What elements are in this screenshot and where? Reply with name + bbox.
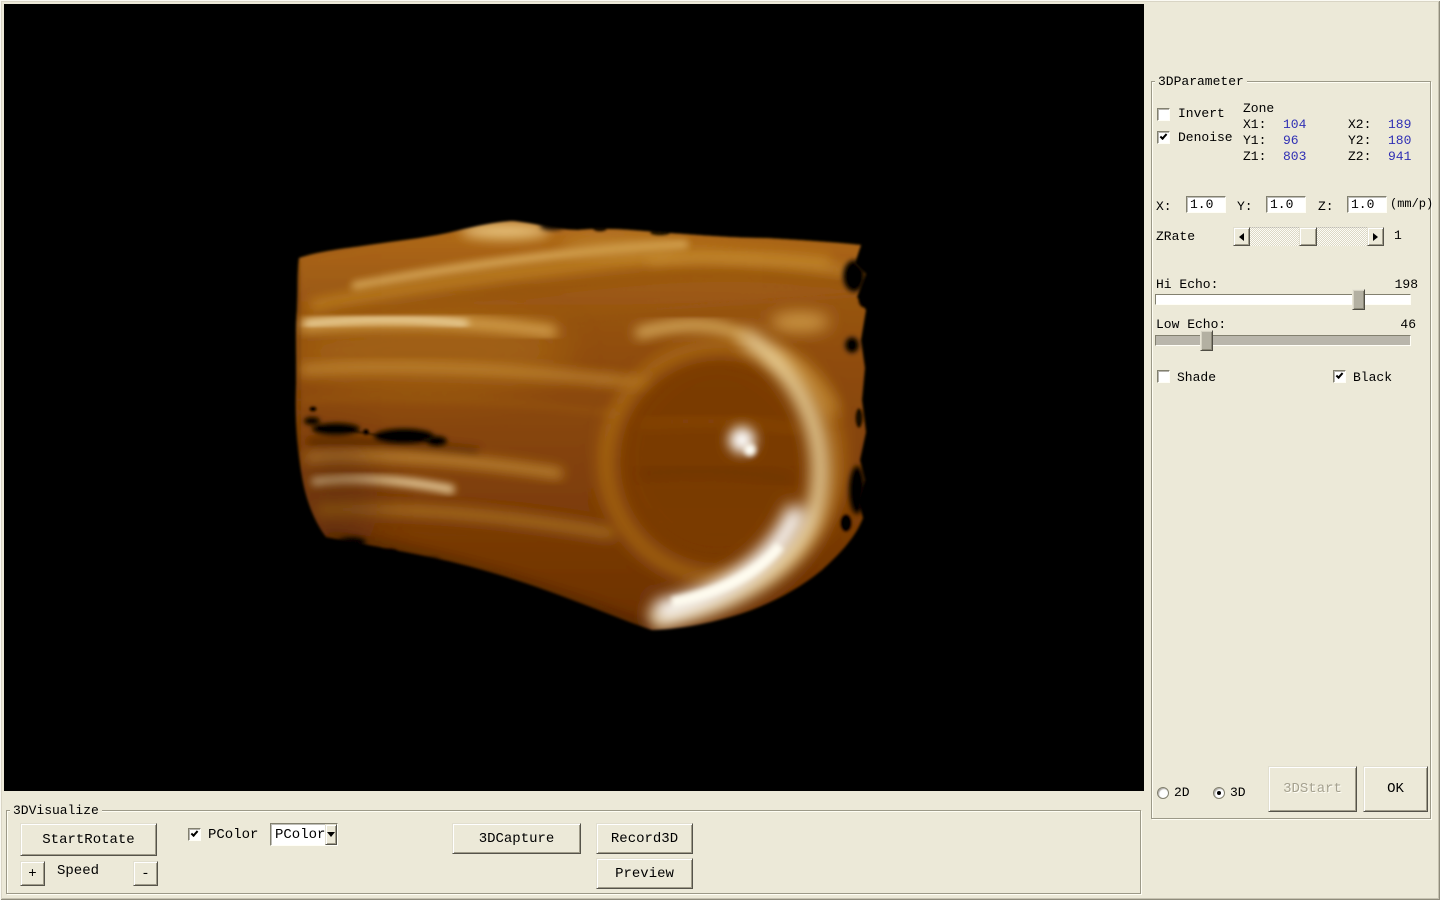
low-echo-slider-track[interactable] [1155,335,1411,346]
black-label: Black [1353,371,1392,385]
record3d-button[interactable]: Record3D [596,823,693,854]
zrate-scroll-left-button[interactable] [1233,227,1250,246]
zone-z1-value: 803 [1283,150,1306,164]
zone-y2-label: Y2: [1348,134,1371,148]
invert-label: Invert [1178,107,1225,121]
app-window: 3DParameter Invert Denoise Zone X1: 104 … [0,0,1440,900]
shade-checkbox[interactable] [1157,370,1170,383]
radio-dot-icon [1217,791,1221,795]
zrate-scroll-right-button[interactable] [1367,227,1384,246]
pcolor-dropdown[interactable]: PColor [270,823,338,846]
pcolor-label: PColor [208,828,258,842]
arrow-right-icon [1373,233,1378,241]
volume-group [290,220,870,630]
low-echo-slider-thumb[interactable] [1200,330,1213,351]
zrate-scroll-track[interactable] [1250,227,1367,246]
pcolor-dropdown-value: PColor [271,827,325,843]
shade-label: Shade [1177,371,1216,385]
zrate-label: ZRate [1156,230,1195,244]
zone-title: Zone [1243,102,1274,116]
chevron-down-icon [327,832,335,837]
render-viewport[interactable] [4,4,1144,791]
volume-render-3d [4,4,1144,791]
start-rotate-button[interactable]: StartRotate [20,823,157,856]
mode-3d-radio[interactable] [1213,787,1225,799]
zone-y2-value: 180 [1388,134,1411,148]
pcolor-dropdown-button[interactable] [325,824,337,845]
zrate-value: 1 [1394,229,1402,243]
black-checkbox[interactable] [1333,370,1346,383]
zone-z2-value: 941 [1388,150,1411,164]
check-icon [1160,132,1168,140]
zrate-scrollbar[interactable] [1233,227,1384,246]
denoise-label: Denoise [1178,131,1233,145]
zone-z2-label: Z2: [1348,150,1371,164]
hi-echo-slider-thumb[interactable] [1352,289,1365,310]
start3d-button[interactable]: 3DStart [1268,766,1357,812]
speed-minus-button[interactable]: - [133,861,158,886]
parameter-groupbox-title: 3DParameter [1155,74,1247,89]
parameter-groupbox [1151,81,1431,819]
speed-label: Speed [57,864,99,878]
x-scale-field[interactable] [1186,196,1226,213]
pcolor-checkbox[interactable] [188,828,201,841]
visualize-groupbox-title: 3DVisualize [10,803,102,818]
zone-z1-label: Z1: [1243,150,1266,164]
scale-unit-label: (mm/p) [1390,197,1433,211]
hi-echo-slider[interactable] [1155,289,1411,310]
low-echo-slider[interactable] [1155,330,1411,351]
preview-button[interactable]: Preview [596,858,693,889]
zrate-scroll-thumb[interactable] [1299,227,1317,246]
z-scale-label: Z: [1318,200,1334,214]
capture3d-button[interactable]: 3DCapture [452,823,581,854]
zone-x2-label: X2: [1348,118,1371,132]
speed-plus-button[interactable]: + [20,861,45,886]
hi-echo-slider-track[interactable] [1155,294,1411,305]
y-scale-field[interactable] [1266,196,1306,213]
z-scale-field[interactable] [1347,196,1387,213]
zone-x2-value: 189 [1388,118,1411,132]
mode-3d-label: 3D [1230,786,1246,800]
zone-x1-value: 104 [1283,118,1306,132]
arrow-left-icon [1239,233,1244,241]
check-icon [191,829,199,837]
zone-y1-value: 96 [1283,134,1299,148]
check-icon [1336,371,1344,379]
ok-button[interactable]: OK [1363,766,1428,812]
y-scale-label: Y: [1237,200,1253,214]
mode-2d-label: 2D [1174,786,1190,800]
zone-x1-label: X1: [1243,118,1266,132]
denoise-checkbox[interactable] [1157,131,1170,144]
mode-2d-radio[interactable] [1157,787,1169,799]
zone-y1-label: Y1: [1243,134,1266,148]
x-scale-label: X: [1156,200,1172,214]
invert-checkbox[interactable] [1157,108,1170,121]
